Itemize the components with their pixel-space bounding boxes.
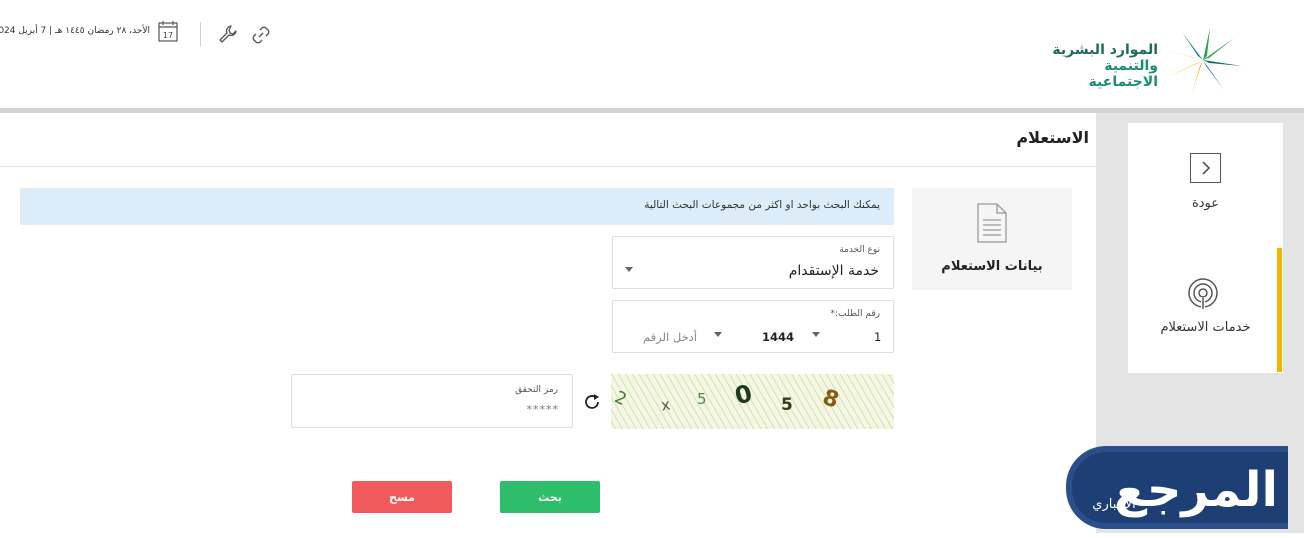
chevron-down-icon <box>625 267 633 272</box>
chevron-down-icon <box>714 332 722 337</box>
broadcast-icon <box>1188 278 1218 309</box>
watermark-subtitle: الإخباري <box>1092 497 1135 512</box>
captcha-field[interactable]: رمز التحقق ***** <box>291 374 573 428</box>
sidebar-item-back[interactable]: عودة <box>1128 196 1283 211</box>
request-year-select[interactable]: 1444 <box>762 330 794 344</box>
current-date: الأحد، ٢٨ رمضان ١٤٤٥ هـ | 7 أبريل 2024 <box>0 26 150 36</box>
captcha-image: 2 x 5 0 5 8 <box>611 374 894 429</box>
captcha-char: 5 <box>697 390 707 408</box>
chevron-down-icon <box>812 332 820 337</box>
service-type-label: نوع الخدمة <box>839 245 880 255</box>
request-number-group: رقم الطلب:* <box>612 300 894 353</box>
sidebar-item-inquiry-services[interactable]: خدمات الاستعلام <box>1128 320 1283 335</box>
calendar-icon[interactable]: 17 <box>158 20 178 42</box>
request-prefix-select[interactable]: 1 <box>874 330 881 344</box>
title-divider <box>0 166 1096 167</box>
ministry-logo-icon <box>1164 28 1242 92</box>
logo-line1: الموارد البشرية <box>1052 42 1158 58</box>
tab-inquiry-data-label: بيانات الاستعلام <box>941 259 1043 274</box>
service-type-value: خدمة الإستقدام <box>788 263 879 279</box>
watermark-logo: المرجع الإخباري <box>1066 446 1288 529</box>
clear-button[interactable]: مسح <box>352 481 452 513</box>
calendar-day: 17 <box>163 31 173 40</box>
search-button[interactable]: بحث <box>500 481 600 513</box>
header-separator <box>200 22 201 46</box>
document-icon <box>977 203 1007 243</box>
wrench-icon[interactable] <box>218 24 238 44</box>
captcha-input[interactable]: ***** <box>527 403 560 416</box>
service-type-select[interactable]: نوع الخدمة خدمة الإستقدام <box>612 236 894 289</box>
page-title: الاستعلام <box>1016 128 1089 147</box>
request-number-label: رقم الطلب:* <box>830 309 880 319</box>
watermark-logo-text: المرجع <box>1114 462 1278 518</box>
link-icon[interactable] <box>251 25 271 45</box>
captcha-char: 5 <box>781 395 793 415</box>
ministry-logo-text: الموارد البشرية والتنمية الاجتماعية <box>1030 42 1158 90</box>
info-message: يمكنك البحث بواحد او اكثر من مجموعات الب… <box>644 199 880 211</box>
sidebar-active-indicator <box>1277 248 1282 372</box>
logo-line2: والتنمية الاجتماعية <box>1088 58 1158 90</box>
captcha-field-label: رمز التحقق <box>515 385 558 395</box>
content-panel <box>0 113 1096 533</box>
bottom-edge <box>0 533 1304 538</box>
chevron-right-icon[interactable] <box>1190 153 1221 183</box>
request-number-input[interactable]: أدخل الرقم <box>643 330 697 344</box>
refresh-icon[interactable] <box>582 392 602 412</box>
